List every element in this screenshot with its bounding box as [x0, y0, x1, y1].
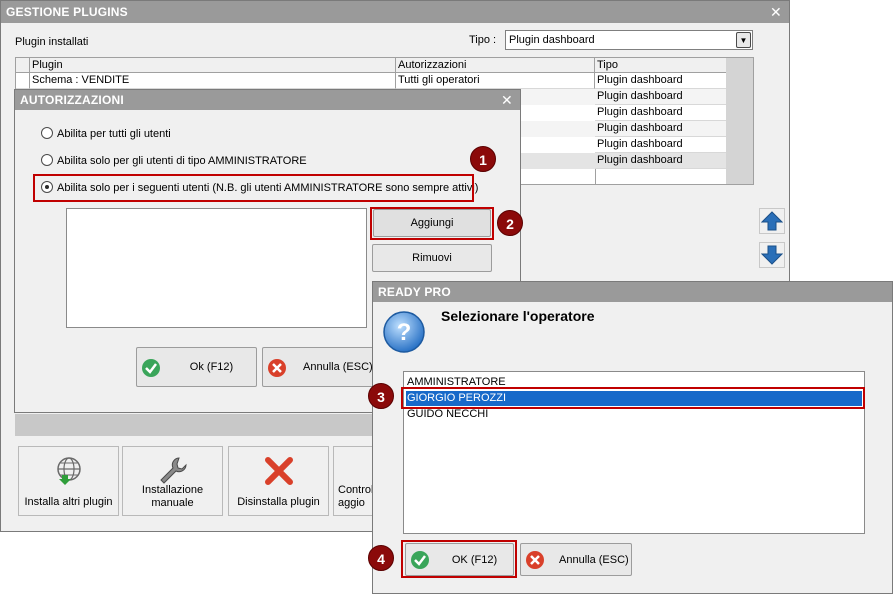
cell-type: Plugin dashboard [595, 153, 728, 169]
arrow-down-icon [761, 245, 783, 265]
cell-type: Plugin dashboard [595, 89, 728, 105]
table-row[interactable]: Schema : VENDITE Tutti gli operatori Plu… [16, 73, 728, 89]
option-admin-users[interactable]: Abilita solo per gli utenti di tipo AMMI… [41, 152, 307, 170]
cell-authorizations: Tutti gli operatori [396, 73, 595, 89]
tipo-label: Tipo : [469, 34, 497, 46]
grid-scrollbar[interactable] [726, 58, 753, 184]
delete-x-icon [264, 457, 293, 485]
radio-icon[interactable] [41, 154, 53, 166]
auth-title: AUTORIZZAZIONI [20, 93, 124, 107]
step-badge-2: 2 [497, 210, 523, 236]
move-up-button[interactable] [759, 208, 785, 234]
arrow-up-icon [761, 211, 783, 231]
tipo-select[interactable]: Plugin dashboard ▼ [505, 30, 753, 50]
ready-cancel-button[interactable]: Annulla (ESC) [520, 543, 632, 576]
manual-install-button[interactable]: Installazione manuale [122, 446, 223, 516]
highlight-option [33, 174, 474, 202]
manual-install-label: Installazione manuale [141, 484, 204, 509]
svg-text:?: ? [397, 319, 412, 346]
grid-divider [595, 169, 596, 185]
step-badge-3: 3 [368, 383, 394, 409]
highlight-add [370, 207, 494, 240]
install-plugins-button[interactable]: Installa altri plugin [18, 446, 119, 516]
radio-icon[interactable] [41, 127, 53, 139]
ok-label: Ok (F12) [189, 361, 234, 373]
remove-button[interactable]: Rimuovi [372, 244, 492, 272]
highlight-operator [401, 387, 865, 409]
install-plugins-label: Installa altri plugin [24, 496, 113, 508]
cell-type: Plugin dashboard [595, 137, 728, 153]
ready-pro-dialog: READY PRO ? Selezionare l'operatore AMMI… [368, 281, 893, 594]
main-title: GESTIONE PLUGINS [6, 5, 128, 19]
dialog-prompt: Selezionare l'operatore [441, 308, 595, 324]
authorized-users-list[interactable] [66, 208, 367, 328]
uninstall-plugin-label: Disinstalla plugin [237, 496, 320, 508]
cancel-button[interactable]: Annulla (ESC) [262, 347, 375, 387]
status-strip [15, 414, 377, 436]
step-badge-4: 4 [368, 545, 394, 571]
installed-plugins-label: Plugin installati [15, 36, 89, 48]
highlight-ok [401, 540, 517, 578]
option-all-users-label: Abilita per tutti gli utenti [57, 128, 171, 140]
chevron-down-icon[interactable]: ▼ [736, 32, 751, 48]
row-selector [16, 73, 30, 89]
step-badge-1: 1 [470, 146, 496, 172]
grid-corner [16, 58, 30, 74]
option-admin-users-label: Abilita solo per gli utenti di tipo AMMI… [57, 155, 307, 167]
option-all-users[interactable]: Abilita per tutti gli utenti [41, 125, 171, 143]
list-item[interactable]: GUIDO NECCHI [406, 407, 862, 422]
wrench-icon [159, 457, 187, 484]
cell-plugin: Schema : VENDITE [30, 73, 396, 89]
cancel-x-icon [268, 359, 286, 377]
move-down-button[interactable] [759, 242, 785, 268]
question-icon: ? [383, 311, 425, 353]
cancel-label: Annulla (ESC) [303, 361, 373, 373]
globe-download-icon [56, 457, 81, 485]
cancel-x-icon [526, 551, 544, 569]
auth-titlebar: AUTORIZZAZIONI ✕ [15, 90, 520, 110]
column-header-plugin[interactable]: Plugin [30, 58, 396, 74]
close-icon[interactable]: ✕ [500, 90, 514, 110]
cell-type: Plugin dashboard [595, 73, 728, 89]
cell-type: Plugin dashboard [595, 105, 728, 121]
ready-title: READY PRO [378, 285, 451, 299]
ready-titlebar: READY PRO [373, 282, 892, 302]
cell-type: Plugin dashboard [595, 121, 728, 137]
main-titlebar: GESTIONE PLUGINS ✕ [1, 1, 789, 23]
column-header-authorizations[interactable]: Autorizzazioni [396, 58, 595, 74]
ok-button[interactable]: Ok (F12) [136, 347, 257, 387]
grid-header: Plugin Autorizzazioni Tipo [16, 58, 728, 74]
column-header-type[interactable]: Tipo [595, 58, 728, 74]
tipo-select-value: Plugin dashboard [509, 34, 595, 46]
check-icon [142, 359, 160, 377]
close-icon[interactable]: ✕ [769, 1, 783, 23]
uninstall-plugin-button[interactable]: Disinstalla plugin [228, 446, 329, 516]
ready-cancel-label: Annulla (ESC) [559, 554, 629, 566]
